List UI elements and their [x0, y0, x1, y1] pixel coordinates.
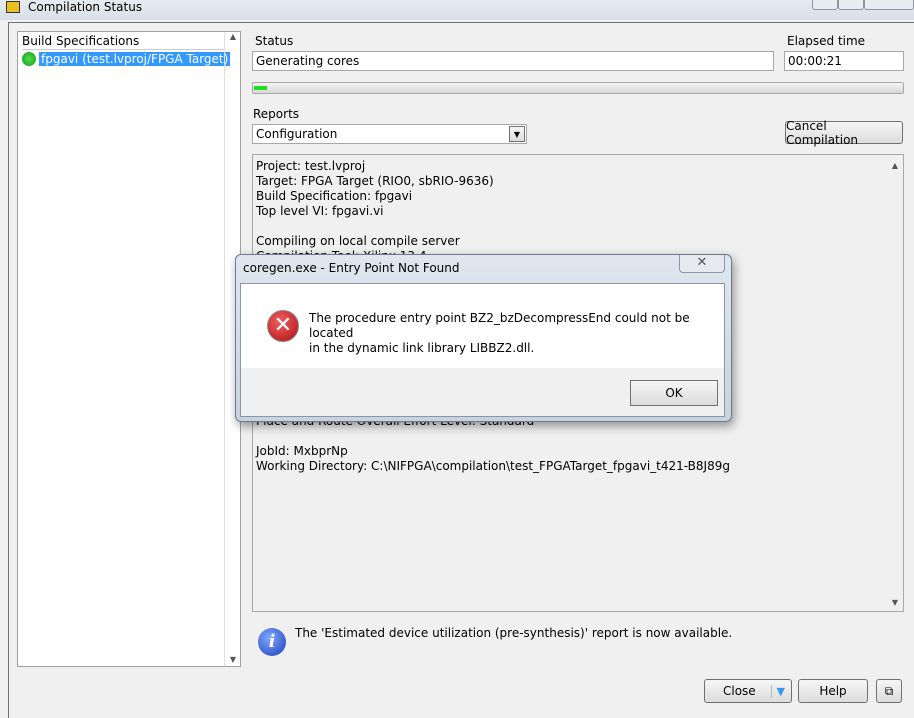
report-line: Working Directory: C:\NIFPGA\compilation…: [256, 459, 730, 473]
dialog-close-button[interactable]: ✕: [679, 255, 725, 273]
progress-fill: [254, 86, 267, 90]
reports-label: Reports: [253, 107, 300, 121]
chevron-down-icon[interactable]: ▼: [509, 126, 525, 142]
labview-icon: [6, 1, 20, 13]
green-status-icon: [22, 52, 36, 66]
list-item[interactable]: fpgavi (test.lvproj/FPGA Target): [22, 51, 231, 67]
window-mode-icon[interactable]: ⧉: [876, 679, 902, 703]
build-specifications-list[interactable]: Build Specifications fpgavi (test.lvproj…: [17, 31, 241, 667]
help-button[interactable]: Help: [798, 679, 868, 703]
error-icon: ✕: [267, 310, 299, 342]
report-line: [256, 219, 730, 234]
scrollbar[interactable]: ▲ ▼: [887, 155, 903, 611]
report-line: Target: FPGA Target (RIO0, sbRIO-9636): [256, 174, 494, 188]
scroll-down-icon[interactable]: ▼: [225, 655, 241, 664]
report-line: Build Specification: fpgavi: [256, 189, 413, 203]
minimize-button[interactable]: [812, 0, 838, 10]
chevron-down-icon[interactable]: ▼: [770, 684, 785, 698]
status-field: Generating cores: [252, 51, 774, 71]
cancel-compilation-button[interactable]: Cancel Compilation: [785, 119, 903, 147]
list-item-label: fpgavi (test.lvproj/FPGA Target): [39, 52, 231, 66]
reports-dropdown[interactable]: Configuration ▼: [252, 124, 527, 144]
progress-bar: [252, 82, 904, 94]
ok-button[interactable]: OK: [630, 380, 718, 406]
report-line: Project: test.lvproj: [256, 159, 366, 173]
report-line: Top level VI: fpgavi.vi: [256, 204, 384, 218]
info-icon: i: [258, 628, 286, 656]
error-dialog: coregen.exe - Entry Point Not Found ✕ ✕ …: [235, 254, 732, 422]
close-button[interactable]: Close ▼: [704, 679, 792, 703]
info-message: The 'Estimated device utilization (pre-s…: [295, 626, 733, 640]
close-label: Close: [723, 684, 756, 698]
report-line: Compiling on local compile server: [256, 234, 460, 248]
scroll-up-icon[interactable]: ▲: [887, 161, 903, 170]
dialog-message: The procedure entry point BZ2_bzDecompre…: [309, 311, 690, 355]
scroll-up-icon[interactable]: ▲: [225, 32, 241, 41]
reports-selected: Configuration: [256, 127, 338, 141]
elapsed-time-label: Elapsed time: [787, 34, 866, 48]
maximize-button[interactable]: [838, 0, 864, 10]
list-header: Build Specifications: [22, 34, 224, 50]
elapsed-time-field: 00:00:21: [784, 51, 904, 71]
window-title: Compilation Status: [28, 0, 143, 14]
report-line: [256, 429, 730, 444]
close-window-button[interactable]: [864, 0, 914, 10]
report-line: JobId: MxbprNp: [256, 444, 348, 458]
dialog-title: coregen.exe - Entry Point Not Found: [243, 261, 460, 275]
dialog-body: ✕ The procedure entry point BZ2_bzDecomp…: [240, 283, 725, 417]
status-label: Status: [255, 34, 294, 48]
scroll-down-icon[interactable]: ▼: [887, 598, 903, 607]
title-bar: Compilation Status: [0, 0, 914, 20]
